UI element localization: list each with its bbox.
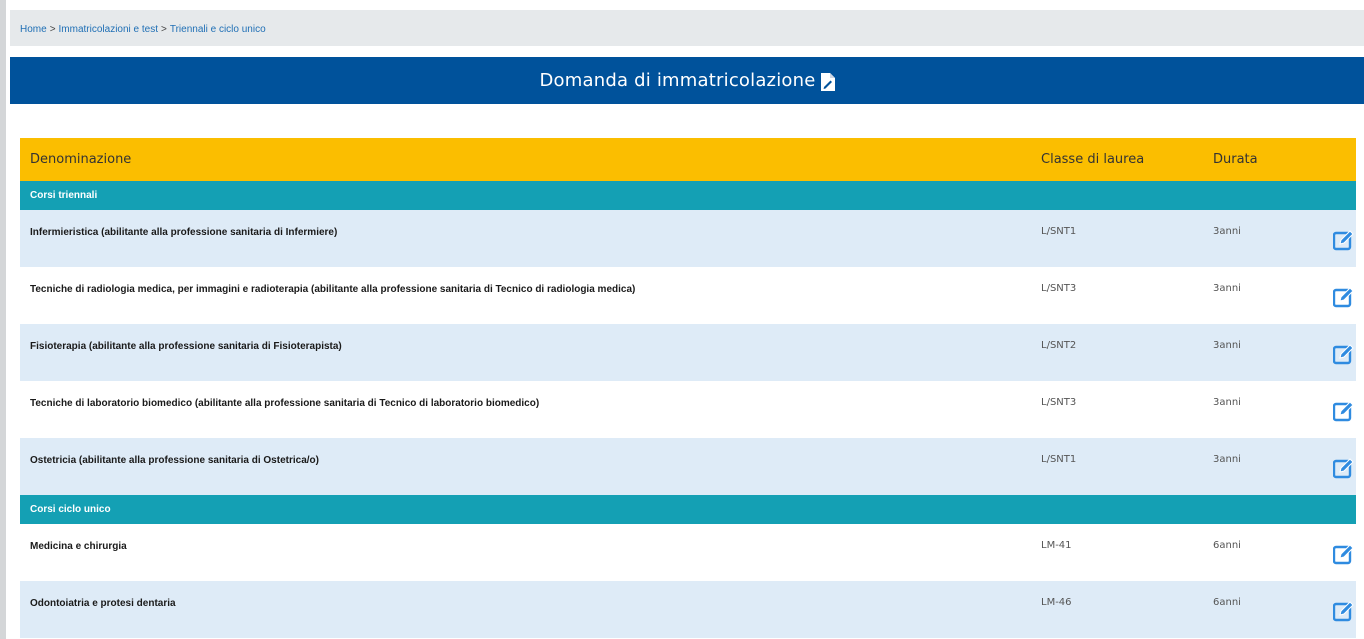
breadcrumb: Home > Immatricolazioni e test > Triennali e… — [10, 10, 1364, 46]
row-actions — [1313, 524, 1356, 581]
course-name: Infermieristica (abilitante alla profess… — [30, 227, 338, 238]
edit-icon[interactable] — [1332, 229, 1355, 251]
course-name: Fisioterapia (abilitante alla profession… — [30, 341, 342, 352]
table-row: Medicina e chirurgia LM-41 6anni — [20, 524, 1356, 581]
degree-class: L/SNT1 — [1041, 226, 1077, 237]
column-header-denominazione: Denominazione — [30, 152, 132, 167]
breadcrumb-separator: > — [161, 24, 167, 35]
course-duration: 6anni — [1213, 540, 1241, 551]
table-row: Fisioterapia (abilitante alla profession… — [20, 324, 1356, 381]
course-name: Tecniche di radiologia medica, per immag… — [30, 284, 636, 295]
course-duration: 3anni — [1213, 340, 1241, 351]
course-duration: 3anni — [1213, 397, 1241, 408]
row-actions — [1313, 381, 1356, 438]
group-label: Corsi triennali — [30, 190, 98, 201]
table-row: Ostetricia (abilitante alla professione … — [20, 438, 1356, 495]
left-border — [0, 0, 6, 639]
file-signature-icon — [820, 72, 835, 91]
breadcrumb-separator: > — [49, 24, 56, 35]
degree-class: L/SNT3 — [1041, 283, 1077, 294]
row-actions — [1313, 210, 1356, 267]
column-header-classe: Classe di laurea — [1041, 152, 1145, 167]
table-row: Infermieristica (abilitante alla profess… — [20, 210, 1356, 267]
group-row: Corsi triennali — [20, 181, 1356, 210]
degree-class: L/SNT3 — [1041, 397, 1077, 408]
course-duration: 3anni — [1213, 283, 1241, 294]
edit-icon[interactable] — [1332, 286, 1355, 308]
table-row: Tecniche di radiologia medica, per immag… — [20, 267, 1356, 324]
table-row: Odontoiatria e protesi dentaria LM-46 6ann… — [20, 581, 1356, 638]
row-actions — [1313, 438, 1356, 495]
breadcrumb-triennali-link[interactable]: Triennali e ciclo unico — [170, 24, 266, 35]
degree-class: L/SNT2 — [1041, 340, 1077, 351]
course-name: Ostetricia (abilitante alla professione … — [30, 455, 319, 466]
edit-icon[interactable] — [1332, 600, 1355, 622]
page-header: Domanda di immatricolazione — [10, 57, 1364, 104]
row-actions — [1313, 324, 1356, 381]
course-name: Odontoiatria e protesi dentaria — [30, 598, 176, 609]
group-row: Corsi ciclo unico — [20, 495, 1356, 524]
table-body: Corsi triennali Infermieristica (abilitan… — [20, 181, 1356, 638]
course-duration: 6anni — [1213, 597, 1241, 608]
page-title: Domanda di immatricolazione — [539, 70, 816, 91]
course-duration: 3anni — [1213, 454, 1241, 465]
edit-icon[interactable] — [1332, 543, 1355, 565]
degree-class: LM-46 — [1041, 597, 1072, 608]
group-label: Corsi ciclo unico — [30, 504, 111, 515]
breadcrumb-home-link[interactable]: Home — [20, 24, 47, 35]
degree-class: L/SNT1 — [1041, 454, 1077, 465]
row-actions — [1313, 267, 1356, 324]
breadcrumb-immatricolazioni-link[interactable]: Immatricolazioni e test — [59, 24, 158, 35]
course-duration: 3anni — [1213, 226, 1241, 237]
edit-icon[interactable] — [1332, 457, 1355, 479]
course-name: Tecniche di laboratorio biomedico (abili… — [30, 398, 540, 409]
courses-table: Denominazione Classe di laurea Durata Co… — [20, 138, 1356, 638]
table-row: Tecniche di laboratorio biomedico (abili… — [20, 381, 1356, 438]
column-header-durata: Durata — [1213, 152, 1258, 167]
course-name: Medicina e chirurgia — [30, 541, 127, 552]
degree-class: LM-41 — [1041, 540, 1072, 551]
row-actions — [1313, 581, 1356, 638]
table-header: Denominazione Classe di laurea Durata — [20, 138, 1356, 181]
edit-icon[interactable] — [1332, 400, 1355, 422]
edit-icon[interactable] — [1332, 343, 1355, 365]
